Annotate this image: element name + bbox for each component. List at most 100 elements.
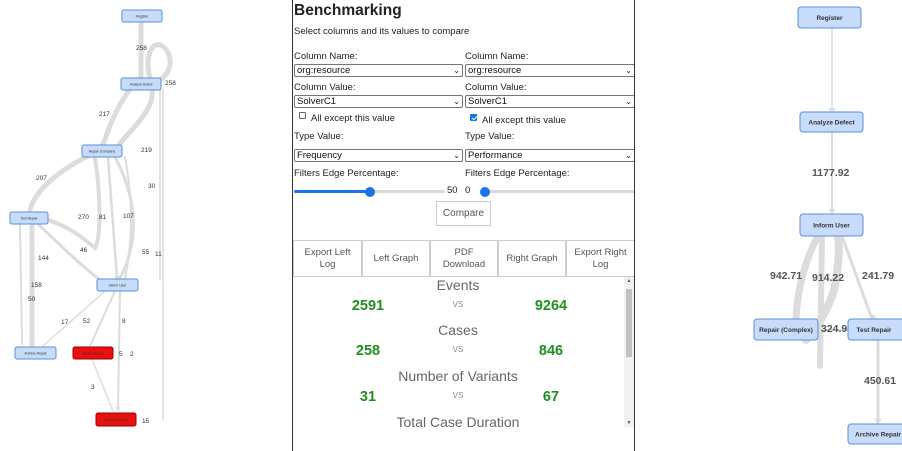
node-inform-user[interactable]: Inform User bbox=[96, 278, 139, 292]
right-node-analyze-defect[interactable]: Analyze Defect bbox=[799, 111, 864, 133]
right-except-checkbox[interactable] bbox=[470, 114, 477, 121]
right-type-select[interactable]: Performance ⌄ bbox=[465, 149, 634, 162]
svg-text:Archive Repair: Archive Repair bbox=[855, 432, 901, 439]
events-title: Events bbox=[436, 277, 480, 293]
right-node-inform-user[interactable]: Inform User bbox=[799, 213, 864, 237]
edge-label: 3 bbox=[91, 384, 95, 391]
node-analyze-defect[interactable]: Analyze Defect bbox=[120, 77, 162, 91]
edge-label: 914.22 bbox=[812, 272, 844, 284]
left-column-value-label: Column Value: bbox=[294, 82, 356, 93]
page-title: Benchmarking bbox=[294, 2, 402, 19]
edge-label: 207 bbox=[36, 175, 47, 182]
edge-label: 2 bbox=[130, 351, 134, 358]
left-column-name-value: org:resource bbox=[297, 65, 351, 76]
node-repair-simple[interactable]: Repair (Simple) bbox=[95, 412, 137, 427]
page-subtitle: Select columns and its values to compare bbox=[294, 26, 470, 37]
right-column-value-select[interactable]: SolverC1 ⌄ bbox=[465, 95, 634, 108]
edge-label: 5 bbox=[119, 351, 123, 358]
pdf-download-button[interactable]: PDF Download bbox=[430, 240, 498, 277]
duration-title: Total Case Duration bbox=[396, 414, 520, 430]
right-node-archive-repair[interactable]: Archive Repair bbox=[847, 423, 902, 445]
left-slider-thumb[interactable] bbox=[364, 186, 375, 197]
svg-text:Register: Register bbox=[816, 15, 842, 22]
right-column-value: SolverC1 bbox=[468, 96, 508, 107]
right-type-value: Performance bbox=[468, 150, 523, 161]
comparison-stats: Events 2591 VS 9264 Cases 258 VS 846 Num… bbox=[293, 277, 634, 451]
pdf-label-2: Download bbox=[442, 258, 486, 270]
svg-text:Test Repair: Test Repair bbox=[857, 327, 892, 334]
left-filter-label: Filters Edge Percentage: bbox=[294, 168, 399, 179]
right-filter-value: 0 bbox=[465, 185, 471, 196]
right-except-row[interactable]: All except this value bbox=[470, 114, 566, 126]
svg-text:Analyze Defect: Analyze Defect bbox=[808, 120, 855, 127]
right-except-label: All except this value bbox=[482, 115, 566, 126]
export-left-label-1: Export Left bbox=[304, 246, 351, 258]
edge-label: 55 bbox=[142, 249, 150, 256]
edge-label: 81 bbox=[99, 214, 107, 221]
export-left-log-button[interactable]: Export Left Log bbox=[293, 240, 362, 277]
variants-title: Number of Variants bbox=[398, 368, 518, 384]
edge-label: 258 bbox=[136, 45, 147, 52]
export-right-log-button[interactable]: Export Right Log bbox=[566, 240, 634, 277]
edge-label: 324.9 bbox=[821, 323, 847, 335]
chevron-down-icon: ⌄ bbox=[625, 151, 632, 160]
chevron-down-icon: ⌄ bbox=[453, 66, 460, 75]
left-except-label: All except this value bbox=[311, 113, 395, 124]
scroll-up-icon[interactable]: ▲ bbox=[624, 278, 634, 284]
edge-label: 942.71 bbox=[770, 270, 802, 282]
left-type-select[interactable]: Frequency ⌄ bbox=[294, 149, 463, 162]
right-graph-button[interactable]: Right Graph bbox=[498, 240, 566, 277]
pdf-label-1: PDF bbox=[454, 246, 474, 258]
edge-label: 8 bbox=[122, 318, 126, 325]
svg-text:Repair (Complex): Repair (Complex) bbox=[89, 150, 116, 154]
edge-label: 158 bbox=[31, 282, 42, 289]
left-column-name-label: Column Name: bbox=[294, 51, 358, 62]
left-process-graph[interactable]: Register Analyze Defect Repair (Complex)… bbox=[0, 0, 200, 451]
right-process-graph[interactable]: Register Analyze Defect Inform User Repa… bbox=[700, 0, 902, 451]
svg-text:Register: Register bbox=[136, 15, 149, 19]
export-right-label-1: Export Right bbox=[574, 246, 627, 258]
node-register[interactable]: Register bbox=[121, 9, 163, 23]
left-graph-button[interactable]: Left Graph bbox=[362, 240, 430, 277]
right-node-register[interactable]: Register bbox=[797, 6, 862, 29]
node-test-repair[interactable]: Test Repair bbox=[9, 211, 49, 225]
export-left-label-2: Log bbox=[319, 258, 336, 270]
left-slider-fill bbox=[294, 190, 370, 193]
left-type-label: Type Value: bbox=[294, 131, 344, 142]
left-column-name-select[interactable]: org:resource ⌄ bbox=[294, 64, 463, 77]
edge-label: 217 bbox=[99, 111, 110, 118]
right-slider-thumb[interactable] bbox=[480, 186, 490, 197]
node-repair-complex[interactable]: Repair (Complex) bbox=[81, 144, 123, 158]
svg-text:Archive Repair: Archive Repair bbox=[24, 352, 47, 356]
node-restart-repair[interactable]: Restart Repair bbox=[72, 346, 114, 360]
edge-label: 107 bbox=[123, 213, 134, 220]
right-node-repair-complex[interactable]: Repair (Complex) bbox=[753, 318, 819, 341]
scroll-down-icon[interactable]: ▼ bbox=[624, 420, 634, 426]
left-filter-value: 50 bbox=[447, 185, 458, 196]
edge-label: 11 bbox=[155, 251, 162, 258]
right-column-value-label: Column Value: bbox=[465, 82, 527, 93]
stats-scrollbar[interactable]: ▲ ▼ bbox=[624, 277, 634, 427]
left-column-value-select[interactable]: SolverC1 ⌄ bbox=[294, 95, 463, 108]
edge-label: 450.61 bbox=[864, 375, 896, 387]
cases-right-value: 846 bbox=[538, 343, 564, 359]
svg-text:Test Repair: Test Repair bbox=[20, 217, 38, 221]
chevron-down-icon: ⌄ bbox=[453, 151, 460, 160]
svg-text:Inform User: Inform User bbox=[109, 284, 128, 288]
right-column-name-value: org:resource bbox=[468, 65, 522, 76]
svg-text:Restart Repair: Restart Repair bbox=[82, 352, 105, 356]
right-column-name-select[interactable]: org:resource ⌄ bbox=[465, 64, 634, 77]
left-except-row[interactable]: All except this value bbox=[299, 112, 395, 124]
left-column-value: SolverC1 bbox=[297, 96, 337, 107]
right-node-test-repair[interactable]: Test Repair bbox=[847, 318, 902, 341]
edge-label: 17 bbox=[61, 319, 69, 326]
node-archive-repair[interactable]: Archive Repair bbox=[14, 346, 57, 360]
edge-label: 50 bbox=[28, 296, 36, 303]
right-type-label: Type Value: bbox=[465, 131, 515, 142]
chevron-down-icon: ⌄ bbox=[625, 97, 632, 106]
left-except-checkbox[interactable] bbox=[299, 112, 306, 119]
compare-button[interactable]: Compare bbox=[436, 201, 491, 226]
right-filter-slider[interactable] bbox=[485, 190, 634, 193]
scrollbar-thumb[interactable] bbox=[626, 289, 632, 357]
edge-label: 270 bbox=[78, 214, 89, 221]
